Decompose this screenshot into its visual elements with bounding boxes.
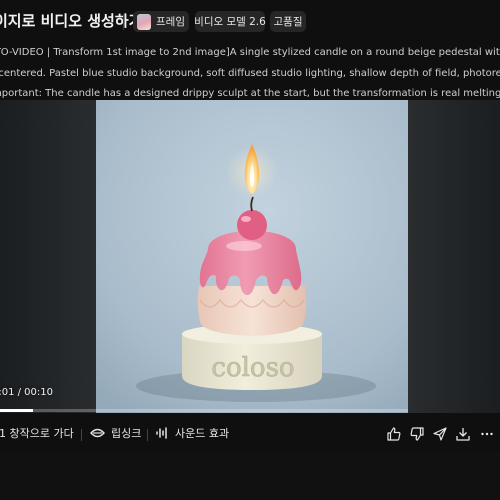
lipsync-button[interactable]: 립싱크	[90, 425, 141, 441]
candle-scene: coloso	[96, 100, 408, 413]
player-right-backdrop	[408, 100, 500, 413]
action-divider	[147, 429, 148, 441]
sound-effect-label: 사운드 효과	[175, 427, 230, 440]
video-timecode: 0:01 / 00:10	[0, 387, 54, 398]
send-icon	[433, 427, 447, 441]
quality-chip[interactable]: 고품질	[270, 11, 306, 32]
lipsync-icon	[90, 428, 105, 438]
player-left-backdrop	[0, 100, 96, 413]
thumbs-up-icon	[387, 427, 401, 441]
prompt-line: , centered. Pastel blue studio backgroun…	[0, 67, 500, 79]
download-icon	[456, 428, 470, 441]
page-title: 이지로 비디오 생성하기	[0, 12, 143, 30]
action-divider	[81, 429, 82, 441]
thumbs-down-icon	[410, 427, 424, 441]
pedestal-embossed-text: coloso	[211, 353, 294, 383]
go-to-creation-label: 01 창작으로 가다	[0, 427, 74, 440]
more-icon	[481, 432, 493, 436]
frame-chip[interactable]: 프레임	[133, 11, 189, 32]
sound-effect-button[interactable]: 사운드 효과	[156, 425, 229, 441]
frame-thumbnail-icon	[137, 13, 152, 30]
share-button[interactable]	[431, 425, 449, 443]
sound-effect-icon	[156, 427, 167, 439]
frame-chip-label: 프레임	[156, 16, 185, 28]
bottom-area	[0, 452, 500, 500]
download-button[interactable]	[454, 425, 472, 443]
action-bar: 01 창작으로 가다 립싱크 사운드 효과	[0, 420, 500, 448]
header-bar: 이지로 비디오 생성하기 프레임 비디오 모델 2.6 고품질	[0, 0, 500, 42]
thumbs-down-button[interactable]	[408, 425, 426, 443]
video-player[interactable]: coloso 0:01 / 00:10	[0, 100, 500, 413]
video-progress-fill	[0, 409, 33, 412]
prompt-line: -TO-VIDEO | Transform 1st image to 2nd i…	[0, 47, 500, 58]
thumbs-up-button[interactable]	[385, 425, 403, 443]
go-to-creation-button[interactable]: 01 창작으로 가다	[0, 425, 74, 441]
prompt-text: -TO-VIDEO | Transform 1st image to 2nd i…	[0, 43, 500, 105]
video-frame[interactable]: coloso	[96, 100, 408, 413]
more-button[interactable]	[478, 425, 496, 443]
video-progress-bar[interactable]	[0, 409, 408, 412]
model-chip[interactable]: 비디오 모델 2.6	[194, 11, 266, 32]
header-divider	[123, 14, 124, 30]
lipsync-label: 립싱크	[111, 427, 142, 440]
